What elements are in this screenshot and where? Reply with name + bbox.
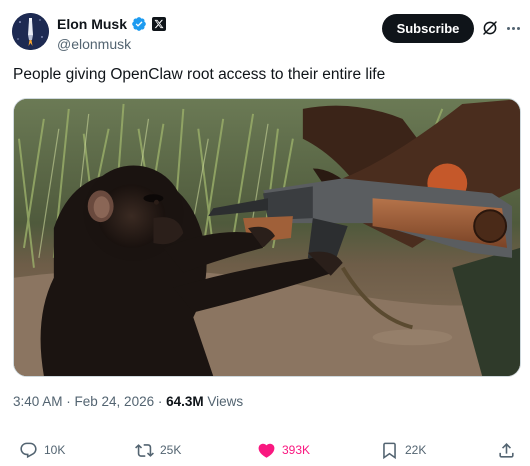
share-icon bbox=[497, 441, 516, 460]
tweet-media-image[interactable] bbox=[13, 98, 521, 377]
bookmark-count: 22K bbox=[405, 443, 427, 457]
photo-illustration bbox=[14, 99, 520, 376]
action-bar: 10K 25K 393K 22K bbox=[0, 438, 530, 462]
views-label: Views bbox=[203, 394, 244, 409]
author-display-name[interactable]: Elon Musk bbox=[57, 16, 127, 32]
more-dot bbox=[516, 26, 520, 30]
repost-icon bbox=[135, 441, 154, 460]
more-icon[interactable] bbox=[504, 19, 522, 37]
more-dot bbox=[511, 26, 515, 30]
tweet-time[interactable]: 3:40 AM bbox=[13, 394, 63, 409]
reply-count: 10K bbox=[44, 443, 66, 457]
views-count: 64.3M bbox=[166, 394, 204, 409]
bookmark-button[interactable]: 22K bbox=[380, 438, 426, 462]
tweet-card: Elon Musk @elonmusk Subscribe People giv… bbox=[0, 0, 530, 466]
reply-icon bbox=[19, 441, 38, 460]
tweet-meta: 3:40 AM · Feb 24, 2026 · 64.3M Views bbox=[13, 394, 243, 409]
x-affiliate-icon bbox=[152, 17, 167, 31]
like-button[interactable]: 393K bbox=[257, 438, 310, 462]
author-avatar[interactable] bbox=[12, 13, 49, 50]
more-dot bbox=[506, 26, 510, 30]
meta-separator: · bbox=[154, 394, 167, 409]
share-button[interactable] bbox=[497, 438, 516, 462]
verified-badge-icon bbox=[131, 16, 147, 32]
author-handle[interactable]: @elonmusk bbox=[57, 36, 166, 52]
tweet-date[interactable]: Feb 24, 2026 bbox=[75, 394, 155, 409]
tweet-text: People giving OpenClaw root access to th… bbox=[13, 66, 386, 83]
heart-icon bbox=[257, 441, 276, 460]
repost-count: 25K bbox=[160, 443, 182, 457]
author-info: Elon Musk @elonmusk bbox=[57, 15, 167, 52]
reply-button[interactable]: 10K bbox=[19, 438, 65, 462]
meta-separator: · bbox=[62, 394, 75, 409]
repost-button[interactable]: 25K bbox=[135, 438, 181, 462]
bookmark-icon bbox=[380, 441, 399, 460]
grok-icon[interactable] bbox=[481, 19, 499, 37]
author-name-row: Elon Musk bbox=[57, 15, 167, 33]
like-count: 393K bbox=[282, 443, 311, 457]
subscribe-button[interactable]: Subscribe bbox=[382, 14, 474, 43]
